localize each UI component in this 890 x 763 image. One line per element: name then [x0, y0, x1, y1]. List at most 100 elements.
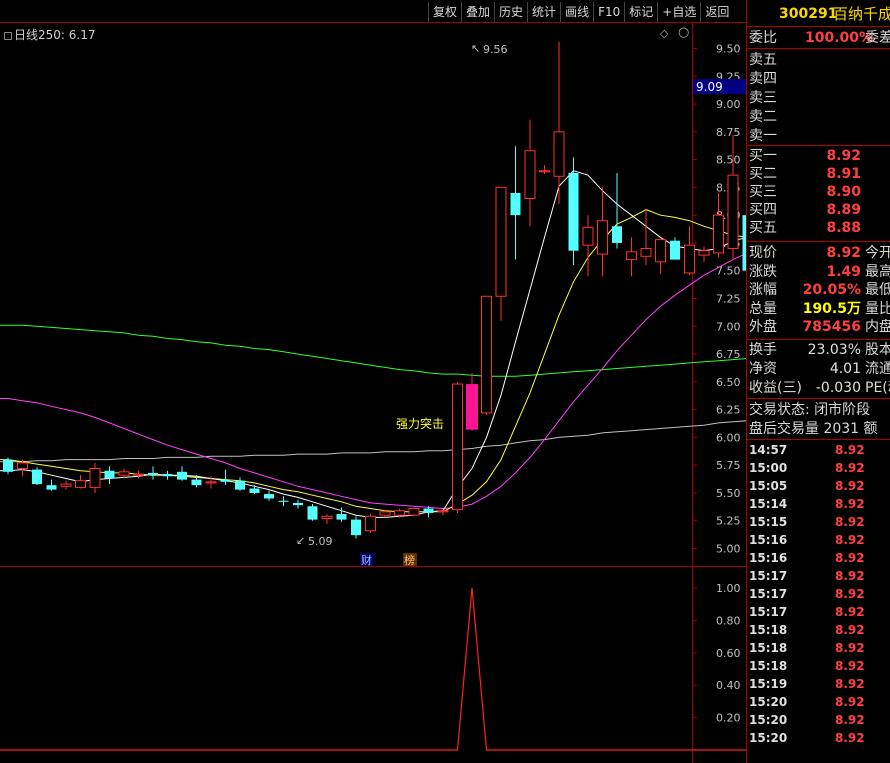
- toolbar-button-3[interactable]: 统计: [527, 2, 560, 22]
- stat-row: 外盘 785456内盘: [747, 318, 890, 336]
- toolbar-button-4[interactable]: 画线: [560, 2, 593, 22]
- stat2-row: 净资 4.01流通: [747, 360, 890, 378]
- high-arrow-icon: ↖: [471, 42, 480, 55]
- high-price-label: 9.56: [483, 43, 508, 56]
- quote-panel: 300291百纳千成委比 100.00%委差卖五卖四卖三卖二卖一买一 8.92 买二 8…: [746, 0, 890, 763]
- tick-row: 15:17 8.92: [747, 603, 890, 621]
- toolbar-button-0[interactable]: 复权: [428, 2, 461, 22]
- stat-label: 涨跌: [749, 263, 777, 280]
- candle-body-up: [133, 473, 144, 476]
- divider: [747, 241, 890, 242]
- toolbar-button-7[interactable]: +自选: [657, 2, 700, 22]
- tick-row: 15:17 8.92: [747, 585, 890, 603]
- candle-body-up: [626, 251, 637, 261]
- tick-price: 8.92: [835, 569, 865, 583]
- tick-price: 8.92: [835, 587, 865, 601]
- stat-right-label: 量比: [865, 300, 890, 317]
- stock-name: 百纳千成: [833, 5, 890, 23]
- tick-row: 15:16 8.92: [747, 531, 890, 549]
- stat2-label: 换手: [749, 342, 777, 358]
- tick-price: 8.92: [835, 533, 865, 547]
- candle-body-up: [495, 186, 507, 297]
- tick-row: 15:20 8.92: [747, 693, 890, 711]
- buy-price: 8.92: [826, 148, 861, 164]
- divider: [747, 398, 890, 399]
- price-axis-label: 8.50: [716, 154, 741, 167]
- candle-body-down: [423, 508, 434, 513]
- tick-time: 15:18: [749, 659, 788, 673]
- sell-row: 卖四: [747, 70, 890, 88]
- event-tag-list[interactable]: 榜: [404, 553, 415, 567]
- event-tag-finance[interactable]: 财: [361, 553, 372, 567]
- candle-body-down: [148, 472, 158, 476]
- candle-body-down: [264, 494, 274, 499]
- low-arrow-icon: ↙: [296, 534, 305, 547]
- buy-row: 买二 8.91: [747, 165, 890, 183]
- toolbar-button-1[interactable]: 叠加: [461, 2, 494, 22]
- candle-body-up: [60, 483, 72, 487]
- stat2-value: 4.01: [829, 361, 861, 377]
- ma-magenta-line: [0, 253, 746, 510]
- price-axis-label: 9.00: [716, 98, 741, 111]
- divider: [747, 439, 890, 440]
- stock-code: 300291: [779, 6, 838, 22]
- candle-body-up: [321, 515, 333, 519]
- stat2-right-label: 流通: [865, 361, 890, 377]
- ma-white-line: [0, 170, 746, 518]
- tick-price: 8.92: [835, 731, 865, 745]
- stat-right-label: 内盘: [865, 319, 890, 335]
- tick-time: 15:05: [749, 479, 788, 493]
- candle-body-up: [713, 214, 724, 254]
- toolbar-button-8[interactable]: 返回: [700, 2, 733, 22]
- stat2-row: 换手 23.03%股本: [747, 341, 890, 359]
- candle-body-up: [118, 471, 130, 476]
- toolbar-button-6[interactable]: 标记: [624, 2, 657, 22]
- tick-time: 15:15: [749, 515, 788, 529]
- weicha-label: 委差: [865, 30, 890, 46]
- sell-row: 卖二: [747, 108, 890, 126]
- header-row: 300291 百纳千成: [747, 5, 890, 23]
- tick-price: 8.92: [835, 497, 865, 511]
- candle-body-down: [32, 469, 42, 485]
- buy-label: 买五: [749, 220, 777, 236]
- candle-body-up: [452, 383, 463, 511]
- stat-right-label: 今开: [865, 245, 890, 261]
- tick-row: 15:20 8.92: [747, 711, 890, 729]
- candle-body-up: [524, 150, 536, 200]
- diamond-icon[interactable]: ◇: [660, 27, 668, 40]
- candle-body-up: [597, 220, 608, 255]
- tick-price: 8.92: [835, 713, 865, 727]
- tick-time: 15:14: [749, 497, 788, 511]
- kline-chart[interactable]: 9.509.259.008.758.508.258.007.757.507.25…: [0, 0, 746, 763]
- price-axis-label: 5.50: [716, 487, 741, 500]
- sell-label: 卖四: [749, 71, 777, 87]
- stat-label: 涨幅: [749, 282, 777, 298]
- stat-value: 785456: [802, 319, 861, 335]
- after-hours: 盘后交易量 2031 额: [749, 421, 878, 437]
- toolbar-button-5[interactable]: F10: [593, 2, 624, 22]
- after-hours-row: 盘后交易量 2031 额: [747, 420, 890, 438]
- candle-body-down: [220, 479, 231, 482]
- sell-row: 卖三: [747, 89, 890, 107]
- candle-body-up: [408, 508, 420, 516]
- candle-body-up: [89, 468, 101, 488]
- tick-row: 15:15 8.92: [747, 513, 890, 531]
- tick-time: 15:20: [749, 695, 788, 709]
- trade-status-row: 交易状态: 闭市阶段: [747, 401, 890, 419]
- tick-row: 15:05 8.92: [747, 477, 890, 495]
- weibi-label: 委比: [749, 30, 777, 46]
- candle-body-up: [205, 481, 217, 484]
- tick-price: 8.92: [835, 641, 865, 655]
- circle-icon[interactable]: ○: [678, 25, 689, 40]
- toolbar-button-2[interactable]: 历史: [494, 2, 527, 22]
- price-axis-label: 8.75: [716, 126, 741, 139]
- candle-body-up: [640, 248, 652, 257]
- indicator-line: [0, 587, 746, 751]
- buy-row: 买一 8.92: [747, 147, 890, 165]
- candle-body-down: [46, 485, 57, 490]
- tick-time: 15:20: [749, 731, 788, 745]
- candle-body-up: [17, 462, 28, 470]
- candle-body-down: [191, 479, 202, 486]
- tick-row: 15:00 8.92: [747, 459, 890, 477]
- candle-body-up: [727, 174, 739, 250]
